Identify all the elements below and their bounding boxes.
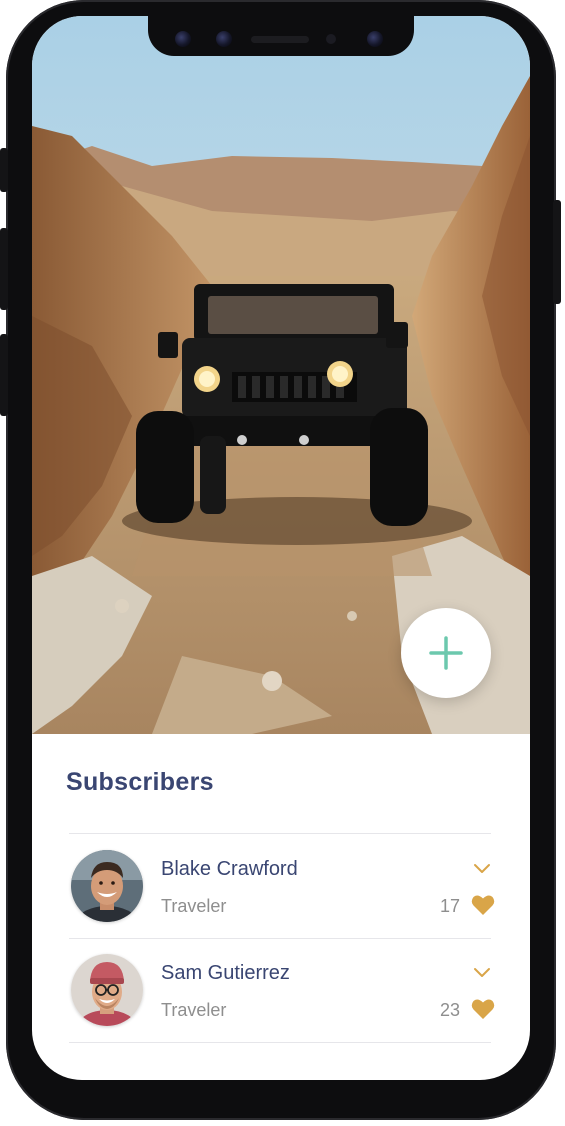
camera-lens-icon	[175, 31, 191, 47]
proximity-sensor	[326, 34, 336, 44]
like-count: 23	[439, 1000, 460, 1020]
avatar	[71, 954, 143, 1026]
volume-down-button	[0, 334, 8, 416]
subscriber-name: Blake Crawford	[161, 858, 298, 880]
subscriber-role: Traveler	[161, 896, 227, 916]
avatar	[71, 850, 143, 922]
screen: Subscribers Blake Crawford Traveler 17 S…	[32, 16, 530, 1080]
camera-lens-icon	[216, 31, 232, 47]
camera-lens-icon	[367, 31, 383, 47]
volume-up-button	[0, 228, 8, 310]
heart-icon[interactable]	[471, 894, 495, 921]
add-button[interactable]	[401, 608, 491, 698]
avatar-photo	[71, 954, 143, 1026]
list-item[interactable]: Sam Gutierrez Traveler 23	[69, 938, 495, 1042]
power-button	[553, 200, 561, 304]
subscriber-role: Traveler	[161, 1000, 227, 1020]
section-title: Subscribers	[66, 768, 214, 796]
avatar-photo	[71, 850, 143, 922]
mute-switch	[0, 148, 8, 192]
chevron-down-icon[interactable]	[473, 862, 491, 880]
divider	[69, 1042, 491, 1043]
heart-icon[interactable]	[471, 998, 495, 1025]
plus-icon	[429, 636, 463, 670]
list-item[interactable]: Blake Crawford Traveler 17	[69, 834, 495, 938]
earpiece-speaker	[251, 36, 309, 43]
phone-notch	[148, 16, 414, 56]
chevron-down-icon[interactable]	[473, 966, 491, 984]
subscriber-name: Sam Gutierrez	[161, 962, 290, 984]
like-count: 17	[439, 896, 460, 916]
